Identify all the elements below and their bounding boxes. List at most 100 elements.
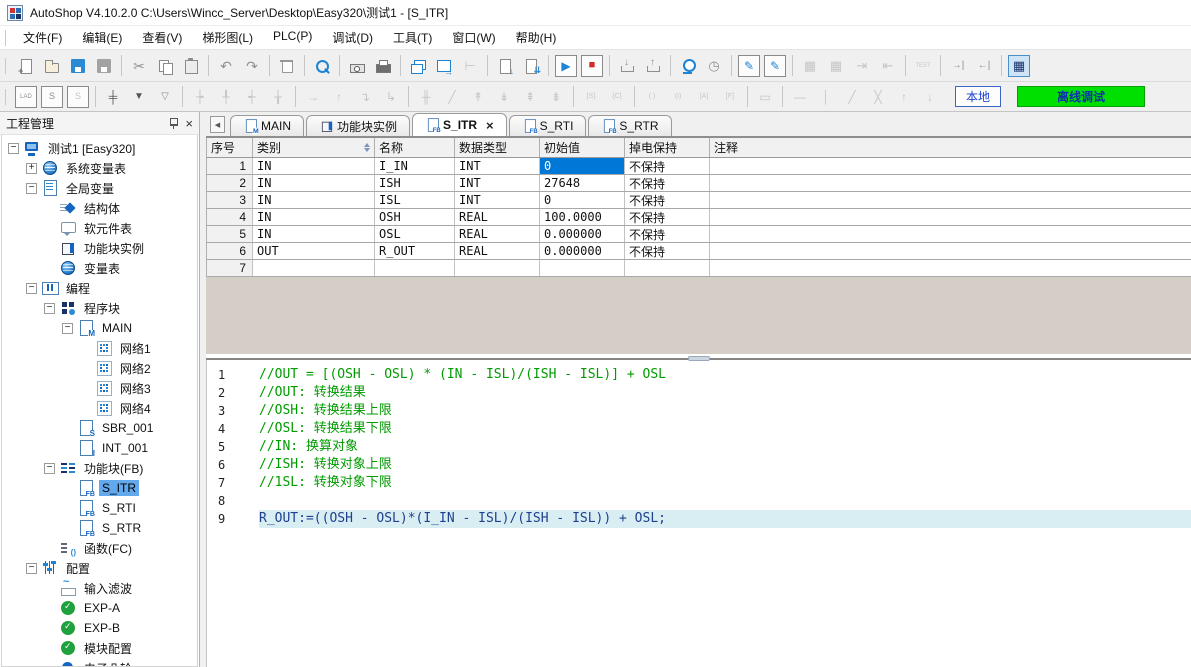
code-line[interactable]: 7//1SL: 转换对象下限 [207, 474, 1191, 492]
cell-data-type[interactable] [455, 260, 540, 276]
tree-item-programming[interactable]: −编程 [2, 278, 197, 298]
column-header-category[interactable]: 类别 [253, 138, 375, 157]
code-text[interactable]: R_OUT:=((OSH - OSL)*(I_IN - ISL)/(ISH - … [259, 510, 1191, 528]
coil-reset-button[interactable]: {C} [604, 85, 630, 109]
cell-retain[interactable] [625, 260, 710, 276]
cell-no[interactable]: 7 [207, 260, 253, 276]
cell-category[interactable]: IN [253, 209, 375, 225]
line-up-button[interactable]: ↑ [326, 85, 352, 109]
delete-row-button[interactable]: ⇤ [875, 54, 901, 78]
split-branch-button[interactable]: ╁ [265, 85, 291, 109]
cell-name[interactable]: OSL [375, 226, 455, 242]
cell-comment[interactable] [710, 209, 1191, 225]
lad-editor-button[interactable]: LAD [15, 86, 37, 108]
cell-initial-value[interactable]: 27648 [540, 175, 625, 191]
coil-inverted-button[interactable]: (I) [665, 85, 691, 109]
cell-data-type[interactable]: INT [455, 158, 540, 174]
cell-category[interactable]: IN [253, 175, 375, 191]
sfc-block-button[interactable]: S [41, 86, 63, 108]
variable-table-view-button[interactable]: ▦ [1008, 55, 1030, 77]
cell-category[interactable] [253, 260, 375, 276]
cell-comment[interactable] [710, 158, 1191, 174]
draw-vline-button[interactable]: │ [813, 85, 839, 109]
cell-retain[interactable]: 不保持 [625, 243, 710, 259]
logout-button[interactable]: ←| [971, 54, 997, 78]
draw-cross-button[interactable]: ╳ [865, 85, 891, 109]
cell-comment[interactable] [710, 175, 1191, 191]
expand-minus-icon[interactable]: − [26, 563, 37, 574]
cell-data-type[interactable]: REAL [455, 226, 540, 242]
cell-comment[interactable] [710, 260, 1191, 276]
column-header-data-type[interactable]: 数据类型 [455, 138, 540, 157]
cell-retain[interactable]: 不保持 [625, 226, 710, 242]
tab-s-rti[interactable]: S_RTI [509, 115, 587, 136]
cell-name[interactable]: ISL [375, 192, 455, 208]
cell-no[interactable]: 3 [207, 192, 253, 208]
coil-out-button[interactable]: ( ) [639, 85, 665, 109]
cell-category[interactable]: OUT [253, 243, 375, 259]
cut-button[interactable]: ✂ [126, 54, 152, 78]
tab-s-rtr[interactable]: S_RTR [588, 115, 671, 136]
tree-item-network1[interactable]: 网络1 [2, 338, 197, 358]
cell-category[interactable]: IN [253, 192, 375, 208]
insert-row-button[interactable]: ⇥ [849, 54, 875, 78]
line-corner-down-button[interactable]: ↴ [352, 85, 378, 109]
menu-item-5[interactable]: 调试(D) [322, 26, 383, 49]
menu-item-3[interactable]: 梯形图(L) [192, 26, 263, 49]
contact-n-button[interactable]: ⇟ [543, 85, 569, 109]
insert-row-below-button[interactable]: ▼ [126, 85, 152, 109]
debug-write-button[interactable]: ✎ [738, 55, 760, 77]
code-text[interactable] [259, 492, 1191, 510]
tree-item-function-block-fb[interactable]: −功能块(FB) [2, 458, 197, 478]
cell-comment[interactable] [710, 192, 1191, 208]
draw-hline-button[interactable]: — [787, 85, 813, 109]
menu-item-1[interactable]: 编辑(E) [72, 26, 132, 49]
tree-item-network4[interactable]: 网络4 [2, 398, 197, 418]
cell-initial-value[interactable]: 0 [540, 192, 625, 208]
cell-data-type[interactable]: REAL [455, 209, 540, 225]
insert-network-button[interactable]: ╪ [100, 85, 126, 109]
menu-item-8[interactable]: 帮助(H) [506, 26, 567, 49]
menu-item-4[interactable]: PLC(P) [263, 26, 322, 49]
cell-name[interactable]: R_OUT [375, 243, 455, 259]
local-button[interactable]: 本地 [955, 86, 1001, 107]
code-text[interactable]: //1SL: 转换对象下限 [259, 474, 1191, 492]
add-branch-up-button[interactable]: ╀ [213, 85, 239, 109]
batch-modify-button[interactable]: ▦ [797, 54, 823, 78]
offline-debug-button[interactable]: 离线调试 [1017, 86, 1145, 107]
timing-monitor-button[interactable]: ◷ [701, 54, 727, 78]
tree-item-config[interactable]: −配置 [2, 558, 197, 578]
column-header-initial-value[interactable]: 初始值 [540, 138, 625, 157]
cell-retain[interactable]: 不保持 [625, 192, 710, 208]
open-project-button[interactable] [39, 54, 65, 78]
expand-minus-icon[interactable]: − [26, 283, 37, 294]
tab-fb-instance[interactable]: 功能块实例 [306, 115, 410, 136]
code-text[interactable]: //OSH: 转换结果上限 [259, 402, 1191, 420]
code-line[interactable]: 1//OUT = [(OSH - OSL) * (IN - ISL)/(ISH … [207, 366, 1191, 384]
print-preview-button[interactable] [344, 54, 370, 78]
expand-minus-icon[interactable]: − [44, 463, 55, 474]
tree-item-fb-instance[interactable]: 功能块实例 [2, 238, 197, 258]
copy-button[interactable] [152, 54, 178, 78]
code-line[interactable]: 4//OSL: 转换结果下限 [207, 420, 1191, 438]
pin-icon[interactable] [170, 118, 177, 128]
tree-item-struct[interactable]: 结构体 [2, 198, 197, 218]
cell-initial-value[interactable]: 0.000000 [540, 226, 625, 242]
menu-item-0[interactable]: 文件(F) [13, 26, 72, 49]
coil-a-button[interactable]: [A] [691, 85, 717, 109]
column-header-comment[interactable]: 注释 [710, 138, 1191, 157]
tab-main[interactable]: MAIN [230, 115, 304, 136]
column-header-retain[interactable]: 掉电保持 [625, 138, 710, 157]
tree-item-network3[interactable]: 网络3 [2, 378, 197, 398]
run-button[interactable]: ▶ [555, 55, 577, 77]
cell-retain[interactable]: 不保持 [625, 175, 710, 191]
stop-button[interactable]: ■ [581, 55, 603, 77]
compile-all-button[interactable] [518, 54, 544, 78]
tree-item-exp-b[interactable]: EXP-B [2, 618, 197, 638]
panel-close-icon[interactable]: × [185, 117, 193, 130]
draw-down-button[interactable]: ↓ [917, 85, 943, 109]
tab-scroll-left-button[interactable]: ◀ [210, 116, 225, 133]
code-text[interactable]: //IN: 换算对象 [259, 438, 1191, 456]
st-block-button[interactable]: S [67, 86, 89, 108]
contact-rising-button[interactable]: ↟ [465, 85, 491, 109]
